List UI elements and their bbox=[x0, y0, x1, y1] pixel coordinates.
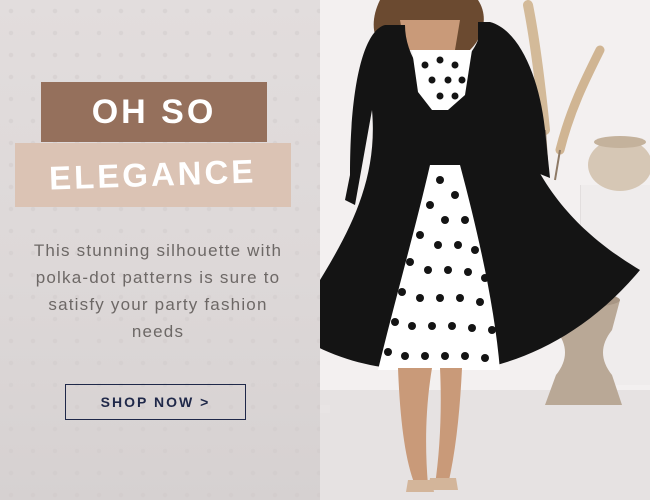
banner-description: This stunning silhouette with polka-dot … bbox=[33, 241, 283, 341]
headline-block-top: OH SO bbox=[41, 82, 267, 142]
headline-block-bottom: ELEGANCE bbox=[15, 143, 291, 207]
ceramic-vase bbox=[588, 136, 650, 191]
headline-line-2: ELEGANCE bbox=[48, 152, 258, 197]
model-legs bbox=[398, 368, 462, 492]
shop-now-label: SHOP NOW bbox=[100, 394, 195, 410]
model-neck bbox=[400, 20, 460, 50]
promo-banner[interactable]: OH SO ELEGANCE This stunning silhouette … bbox=[0, 0, 650, 500]
chevron-right-icon: > bbox=[200, 394, 211, 410]
headline-line-1: OH SO bbox=[91, 92, 217, 131]
shop-now-button[interactable]: SHOP NOW > bbox=[65, 384, 246, 420]
